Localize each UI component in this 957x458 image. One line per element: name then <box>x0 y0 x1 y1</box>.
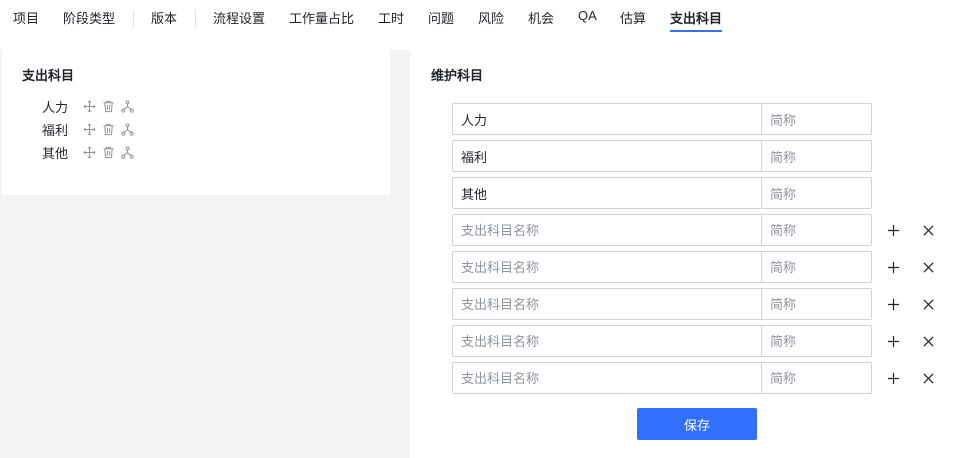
tab-workload-ratio[interactable]: 工作量占比 <box>289 8 354 27</box>
move-icon[interactable] <box>80 121 99 137</box>
subject-name-input[interactable] <box>452 288 762 320</box>
tab-expense-subjects[interactable]: 支出科目 <box>670 8 722 27</box>
abbreviation-field[interactable]: 简称 <box>761 140 872 172</box>
tab-risks[interactable]: 风险 <box>478 8 504 27</box>
move-icon[interactable] <box>80 144 99 160</box>
tree-item: 福利 <box>42 120 137 138</box>
tab-process-settings[interactable]: 流程设置 <box>213 8 265 27</box>
subitem-icon[interactable] <box>118 98 137 114</box>
close-icon[interactable] <box>920 222 936 238</box>
save-button[interactable]: 保存 <box>637 408 757 440</box>
plus-icon[interactable] <box>885 296 901 312</box>
close-icon[interactable] <box>920 296 936 312</box>
plus-icon[interactable] <box>885 333 901 349</box>
close-icon[interactable] <box>920 259 936 275</box>
subject-name-field[interactable]: 福利 <box>452 140 762 172</box>
abbreviation-field[interactable]: 简称 <box>761 177 872 209</box>
tree-item-label: 福利 <box>42 122 69 138</box>
panel-title: 支出科目 <box>22 68 75 83</box>
abbreviation-input[interactable] <box>761 251 872 283</box>
plus-icon[interactable] <box>885 222 901 238</box>
move-icon[interactable] <box>80 98 99 114</box>
active-tab-indicator <box>670 30 722 32</box>
delete-icon[interactable] <box>99 144 118 160</box>
tab-stage-type[interactable]: 阶段类型 <box>63 8 115 27</box>
subject-name-input[interactable] <box>452 362 762 394</box>
tab-divider <box>133 10 134 28</box>
panel-title: 维护科目 <box>431 68 484 83</box>
plus-icon[interactable] <box>885 259 901 275</box>
subject-name-field[interactable]: 人力 <box>452 103 762 135</box>
subject-name-field[interactable]: 其他 <box>452 177 762 209</box>
tab-work-hours[interactable]: 工时 <box>378 8 404 27</box>
tab-project[interactable]: 项目 <box>13 8 39 27</box>
tree-item: 其他 <box>42 143 137 161</box>
tree-item-label: 人力 <box>42 99 69 115</box>
delete-icon[interactable] <box>99 121 118 137</box>
abbreviation-input[interactable] <box>761 325 872 357</box>
subject-name-input[interactable] <box>452 251 762 283</box>
abbreviation-input[interactable] <box>761 214 872 246</box>
tab-qa[interactable]: QA <box>578 8 597 23</box>
close-icon[interactable] <box>920 370 936 386</box>
plus-icon[interactable] <box>885 370 901 386</box>
abbreviation-input[interactable] <box>761 362 872 394</box>
tab-version[interactable]: 版本 <box>151 8 177 27</box>
subject-name-input[interactable] <box>452 325 762 357</box>
subitem-icon[interactable] <box>118 121 137 137</box>
abbreviation-input[interactable] <box>761 288 872 320</box>
subject-name-input[interactable] <box>452 214 762 246</box>
tab-issues[interactable]: 问题 <box>428 8 454 27</box>
tab-estimate[interactable]: 估算 <box>620 8 646 27</box>
maintain-subjects-panel: 维护科目 人力 简称 福利 简称 其他 简称 支出科目名称 简称 支出科目名称 … <box>410 49 957 458</box>
tab-divider <box>195 10 196 28</box>
tree-item: 人力 <box>42 97 137 115</box>
subitem-icon[interactable] <box>118 144 137 160</box>
tab-opportunities[interactable]: 机会 <box>528 8 554 27</box>
tree-item-label: 其他 <box>42 145 69 161</box>
delete-icon[interactable] <box>99 98 118 114</box>
close-icon[interactable] <box>920 333 936 349</box>
expense-subject-tree-panel: 支出科目 人力 福利 其他 <box>2 49 390 195</box>
abbreviation-field[interactable]: 简称 <box>761 103 872 135</box>
top-tab-bar: 项目 阶段类型 版本 流程设置 工作量占比 工时 问题 风险 机会 QA 估算 … <box>0 0 957 50</box>
